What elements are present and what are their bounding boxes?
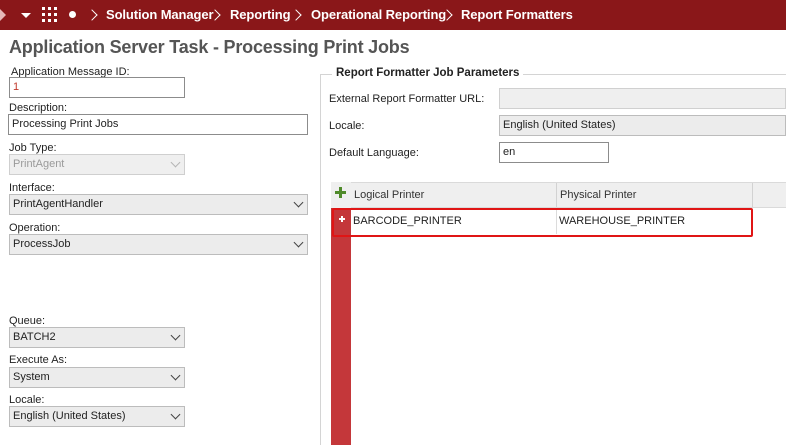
row-highlight-box: [332, 208, 753, 237]
dot-icon[interactable]: [69, 11, 76, 18]
breadcrumb-report-formatters[interactable]: Report Formatters: [461, 7, 573, 22]
default-language-label: Default Language:: [329, 147, 419, 159]
app-message-id-field[interactable]: 1: [9, 77, 185, 98]
breadcrumb-reporting[interactable]: Reporting: [230, 7, 291, 22]
external-url-label: External Report Formatter URL:: [329, 93, 485, 105]
description-field[interactable]: Processing Print Jobs: [8, 114, 308, 135]
menu-caret-icon[interactable]: [21, 13, 31, 18]
queue-value: BATCH2: [13, 331, 56, 343]
app-grid-icon[interactable]: [42, 7, 57, 22]
column-header-physical-printer[interactable]: Physical Printer: [560, 189, 636, 201]
report-locale-select[interactable]: English (United States): [499, 115, 786, 136]
breadcrumb-solution-manager[interactable]: Solution Manager: [106, 7, 214, 22]
queue-label: Queue:: [9, 315, 46, 327]
column-header-logical-printer[interactable]: Logical Printer: [354, 189, 424, 201]
report-locale-value: English (United States): [503, 119, 616, 131]
interface-value: PrintAgentHandler: [13, 198, 103, 210]
execute-as-value: System: [13, 371, 50, 383]
locale-select[interactable]: English (United States): [9, 406, 185, 427]
interface-label: Interface:: [9, 182, 55, 194]
locale-label: Locale:: [9, 394, 45, 406]
collapse-arrow-icon[interactable]: [0, 9, 6, 21]
operation-value: ProcessJob: [13, 238, 71, 250]
interface-select[interactable]: PrintAgentHandler: [9, 194, 308, 215]
job-type-label: Job Type:: [9, 142, 57, 154]
chevron-down-icon: [170, 370, 181, 381]
breadcrumb-operational-reporting[interactable]: Operational Reporting: [311, 7, 446, 22]
chevron-down-icon: [293, 197, 304, 208]
external-url-field[interactable]: [499, 88, 786, 109]
description-label: Description:: [9, 102, 68, 114]
chevron-down-icon: [170, 330, 181, 341]
panel-border-left: [320, 74, 321, 445]
breadcrumb-chevron-icon: [290, 9, 302, 21]
locale-value: English (United States): [13, 410, 126, 422]
execute-as-label: Execute As:: [9, 354, 68, 366]
report-locale-label: Locale:: [329, 120, 365, 132]
chevron-down-icon: [170, 157, 181, 168]
queue-select[interactable]: BATCH2: [9, 327, 185, 348]
job-type-select: PrintAgent: [9, 154, 185, 175]
add-icon[interactable]: [335, 187, 346, 198]
top-nav-bar: Solution Manager Reporting Operational R…: [0, 0, 786, 30]
column-separator: [556, 183, 557, 207]
operation-label: Operation:: [9, 222, 61, 234]
default-language-field[interactable]: en: [499, 142, 609, 163]
execute-as-select[interactable]: System: [9, 367, 185, 388]
breadcrumb-chevron-icon: [86, 9, 98, 21]
page-title: Application Server Task - Processing Pri…: [9, 37, 410, 57]
report-params-title: Report Formatter Job Parameters: [332, 67, 524, 79]
chevron-down-icon: [293, 237, 304, 248]
job-type-value: PrintAgent: [13, 158, 65, 170]
column-separator: [752, 183, 753, 207]
operation-select[interactable]: ProcessJob: [9, 234, 308, 255]
chevron-down-icon: [170, 409, 181, 420]
